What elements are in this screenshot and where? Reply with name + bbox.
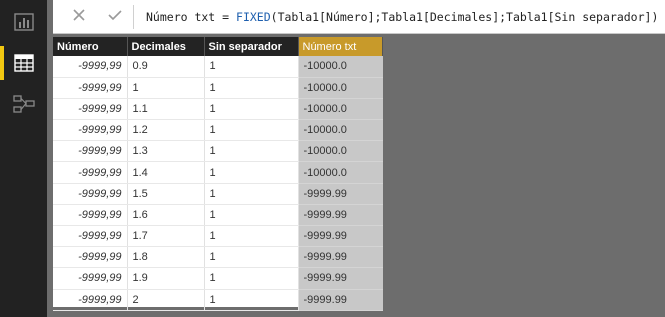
formula-prefix: Número txt =	[146, 10, 237, 24]
cell-decimales[interactable]: 1.5	[127, 183, 205, 205]
table-row: -9999,99 1.8 1 -9999.99	[53, 246, 383, 269]
formula-divider	[133, 5, 134, 29]
cell-numero[interactable]: -9999,99	[53, 267, 128, 290]
cell-numero-txt[interactable]: -10000.0	[298, 77, 383, 99]
column-header-sin-separador[interactable]: Sin separador	[204, 37, 299, 56]
cell-decimales[interactable]: 1.9	[127, 267, 205, 290]
cell-decimales[interactable]: 1.2	[127, 119, 205, 142]
table-row: -9999,99 1.1 1 -10000.0	[53, 98, 383, 121]
cell-numero[interactable]: -9999,99	[53, 183, 128, 205]
cell-sin-separador[interactable]: 1	[204, 204, 299, 227]
cell-sin-separador[interactable]: 1	[204, 225, 299, 248]
cell-numero-txt[interactable]: -10000.0	[298, 161, 383, 184]
table-row: -9999,99 1 1 -10000.0	[53, 77, 383, 99]
cell-numero[interactable]: -9999,99	[53, 204, 128, 227]
cell-numero-txt[interactable]: -9999.99	[298, 183, 383, 205]
cell-numero-txt[interactable]: -10000.0	[298, 98, 383, 121]
table-row: -9999,99 1.4 1 -10000.0	[53, 161, 383, 184]
table-row: -9999,99 1.2 1 -10000.0	[53, 119, 383, 142]
cell-decimales[interactable]: 1.8	[127, 246, 205, 269]
cell-numero[interactable]: -9999,99	[53, 77, 128, 99]
cell-numero-txt[interactable]: -9999.99	[298, 246, 383, 269]
report-view-button[interactable]	[0, 2, 47, 42]
cell-numero-txt[interactable]: -10000.0	[298, 119, 383, 142]
cell-decimales[interactable]: 1.6	[127, 204, 205, 227]
table-row: -9999,99 1.5 1 -9999.99	[53, 183, 383, 205]
cell-sin-separador[interactable]: 1	[204, 183, 299, 205]
cell-sin-separador[interactable]: 1	[204, 98, 299, 121]
cell-sin-separador[interactable]: 1	[204, 119, 299, 142]
cell-numero-txt[interactable]: -9999.99	[298, 204, 383, 227]
view-sidebar	[0, 0, 47, 317]
relationships-view-button[interactable]	[0, 84, 47, 124]
table-row: -9999,99 1.6 1 -9999.99	[53, 204, 383, 227]
commit-formula-button[interactable]	[97, 0, 133, 34]
formula-input[interactable]: Número txt = FIXED(Tabla1[Número];Tabla1…	[146, 0, 658, 34]
header-row: Número Decimales Sin separador Número tx…	[53, 37, 383, 56]
cell-numero-txt[interactable]: -9999.99	[298, 289, 383, 311]
data-table: Número Decimales Sin separador Número tx…	[53, 37, 383, 311]
table-row: -9999,99 1.3 1 -10000.0	[53, 140, 383, 163]
close-icon	[72, 8, 86, 27]
data-view-button[interactable]	[0, 43, 47, 83]
table-body: -9999,99 0.9 1 -10000.0 -9999,99 1 1 -10000.0 -9…	[53, 56, 383, 311]
cell-numero[interactable]: -9999,99	[53, 119, 128, 142]
cell-decimales[interactable]: 1.4	[127, 161, 205, 184]
column-header-numero-txt[interactable]: Número txt	[298, 37, 383, 56]
data-grid: Número Decimales Sin separador Número tx…	[53, 37, 383, 311]
cell-sin-separador[interactable]: 1	[204, 140, 299, 163]
cell-numero[interactable]: -9999,99	[53, 140, 128, 163]
cell-numero-txt[interactable]: -10000.0	[298, 140, 383, 163]
relationships-icon	[12, 95, 35, 113]
table-row: -9999,99 2 1 -9999.99	[53, 289, 383, 311]
check-icon	[107, 8, 123, 27]
cell-decimales[interactable]: 1	[127, 77, 205, 99]
cancel-formula-button[interactable]	[61, 0, 97, 34]
cell-sin-separador[interactable]: 1	[204, 77, 299, 99]
cell-numero-txt[interactable]: -10000.0	[298, 56, 383, 78]
cell-sin-separador[interactable]: 1	[204, 246, 299, 269]
cell-numero-txt[interactable]: -9999.99	[298, 225, 383, 248]
cell-sin-separador[interactable]: 1	[204, 161, 299, 184]
table-row: -9999,99 1.7 1 -9999.99	[53, 225, 383, 248]
cell-numero[interactable]: -9999,99	[53, 289, 128, 311]
column-header-decimales[interactable]: Decimales	[127, 37, 205, 56]
cell-numero[interactable]: -9999,99	[53, 98, 128, 121]
cell-decimales[interactable]: 2	[127, 289, 205, 311]
cell-sin-separador[interactable]: 1	[204, 267, 299, 290]
cell-decimales[interactable]: 0.9	[127, 56, 205, 78]
cell-decimales[interactable]: 1.7	[127, 225, 205, 248]
cell-numero[interactable]: -9999,99	[53, 225, 128, 248]
cell-sin-separador[interactable]: 1	[204, 56, 299, 78]
formula-function: FIXED	[236, 10, 271, 24]
formula-args: (Tabla1[Número];Tabla1[Decimales];Tabla1…	[270, 10, 659, 24]
column-header-numero[interactable]: Número	[53, 37, 128, 56]
cell-decimales[interactable]: 1.3	[127, 140, 205, 163]
cell-numero[interactable]: -9999,99	[53, 161, 128, 184]
cell-numero-txt[interactable]: -9999.99	[298, 267, 383, 290]
cell-decimales[interactable]: 1.1	[127, 98, 205, 121]
table-row: -9999,99 1.9 1 -9999.99	[53, 267, 383, 290]
cell-sin-separador[interactable]: 1	[204, 289, 299, 311]
table-grid-icon	[13, 54, 34, 72]
bar-chart-icon	[13, 13, 34, 31]
cell-numero[interactable]: -9999,99	[53, 56, 128, 78]
formula-bar: Número txt = FIXED(Tabla1[Número];Tabla1…	[53, 0, 665, 34]
cell-numero[interactable]: -9999,99	[53, 246, 128, 269]
table-row: -9999,99 0.9 1 -10000.0	[53, 56, 383, 78]
